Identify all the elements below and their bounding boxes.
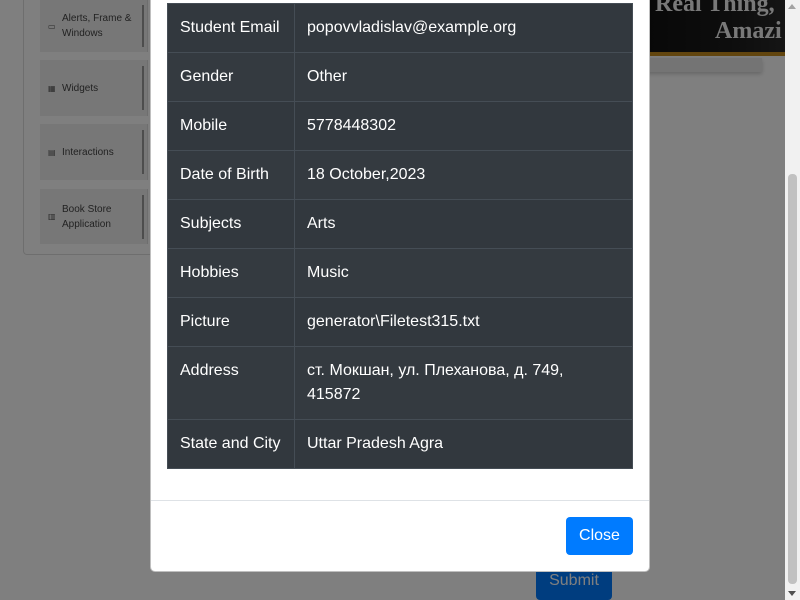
row-value: Music (294, 248, 633, 298)
row-label: Gender (167, 52, 295, 102)
scrollbar-thumb[interactable] (788, 174, 797, 584)
table-row: Gender Other (167, 52, 633, 102)
row-label: Date of Birth (167, 150, 295, 200)
row-value: Other (294, 52, 633, 102)
row-label: State and City (167, 419, 295, 469)
table-row: State and City Uttar Pradesh Agra (167, 419, 633, 469)
scrollbar[interactable] (785, 0, 800, 600)
scroll-up-arrow-icon[interactable] (788, 4, 796, 9)
table-row: Student Email popovvladislav@example.org (167, 3, 633, 53)
row-value: 18 October,2023 (294, 150, 633, 200)
row-label: Student Email (167, 3, 295, 53)
row-value: generator\Filetest315.txt (294, 297, 633, 347)
row-label: Hobbies (167, 248, 295, 298)
table-row: Mobile 5778448302 (167, 101, 633, 151)
close-button[interactable]: Close (566, 517, 633, 555)
row-label: Mobile (167, 101, 295, 151)
submission-modal: Student Email popovvladislav@example.org… (150, 0, 650, 572)
row-value: Uttar Pradesh Agra (294, 419, 633, 469)
submission-table: Student Email popovvladislav@example.org… (167, 3, 633, 469)
table-row: Picture generator\Filetest315.txt (167, 297, 633, 347)
table-row: Subjects Arts (167, 199, 633, 249)
scroll-down-arrow-icon[interactable] (788, 591, 796, 596)
table-row: Date of Birth 18 October,2023 (167, 150, 633, 200)
table-row: Address ст. Мокшан, ул. Плеханова, д. 74… (167, 346, 633, 420)
modal-footer: Close (151, 500, 649, 571)
row-label: Subjects (167, 199, 295, 249)
row-value: popovvladislav@example.org (294, 3, 633, 53)
row-label: Picture (167, 297, 295, 347)
table-row: Hobbies Music (167, 248, 633, 298)
modal-body: Student Email popovvladislav@example.org… (167, 3, 634, 469)
row-value: 5778448302 (294, 101, 633, 151)
row-label: Address (167, 346, 295, 420)
row-value: ст. Мокшан, ул. Плеханова, д. 749, 41587… (294, 346, 633, 420)
row-value: Arts (294, 199, 633, 249)
